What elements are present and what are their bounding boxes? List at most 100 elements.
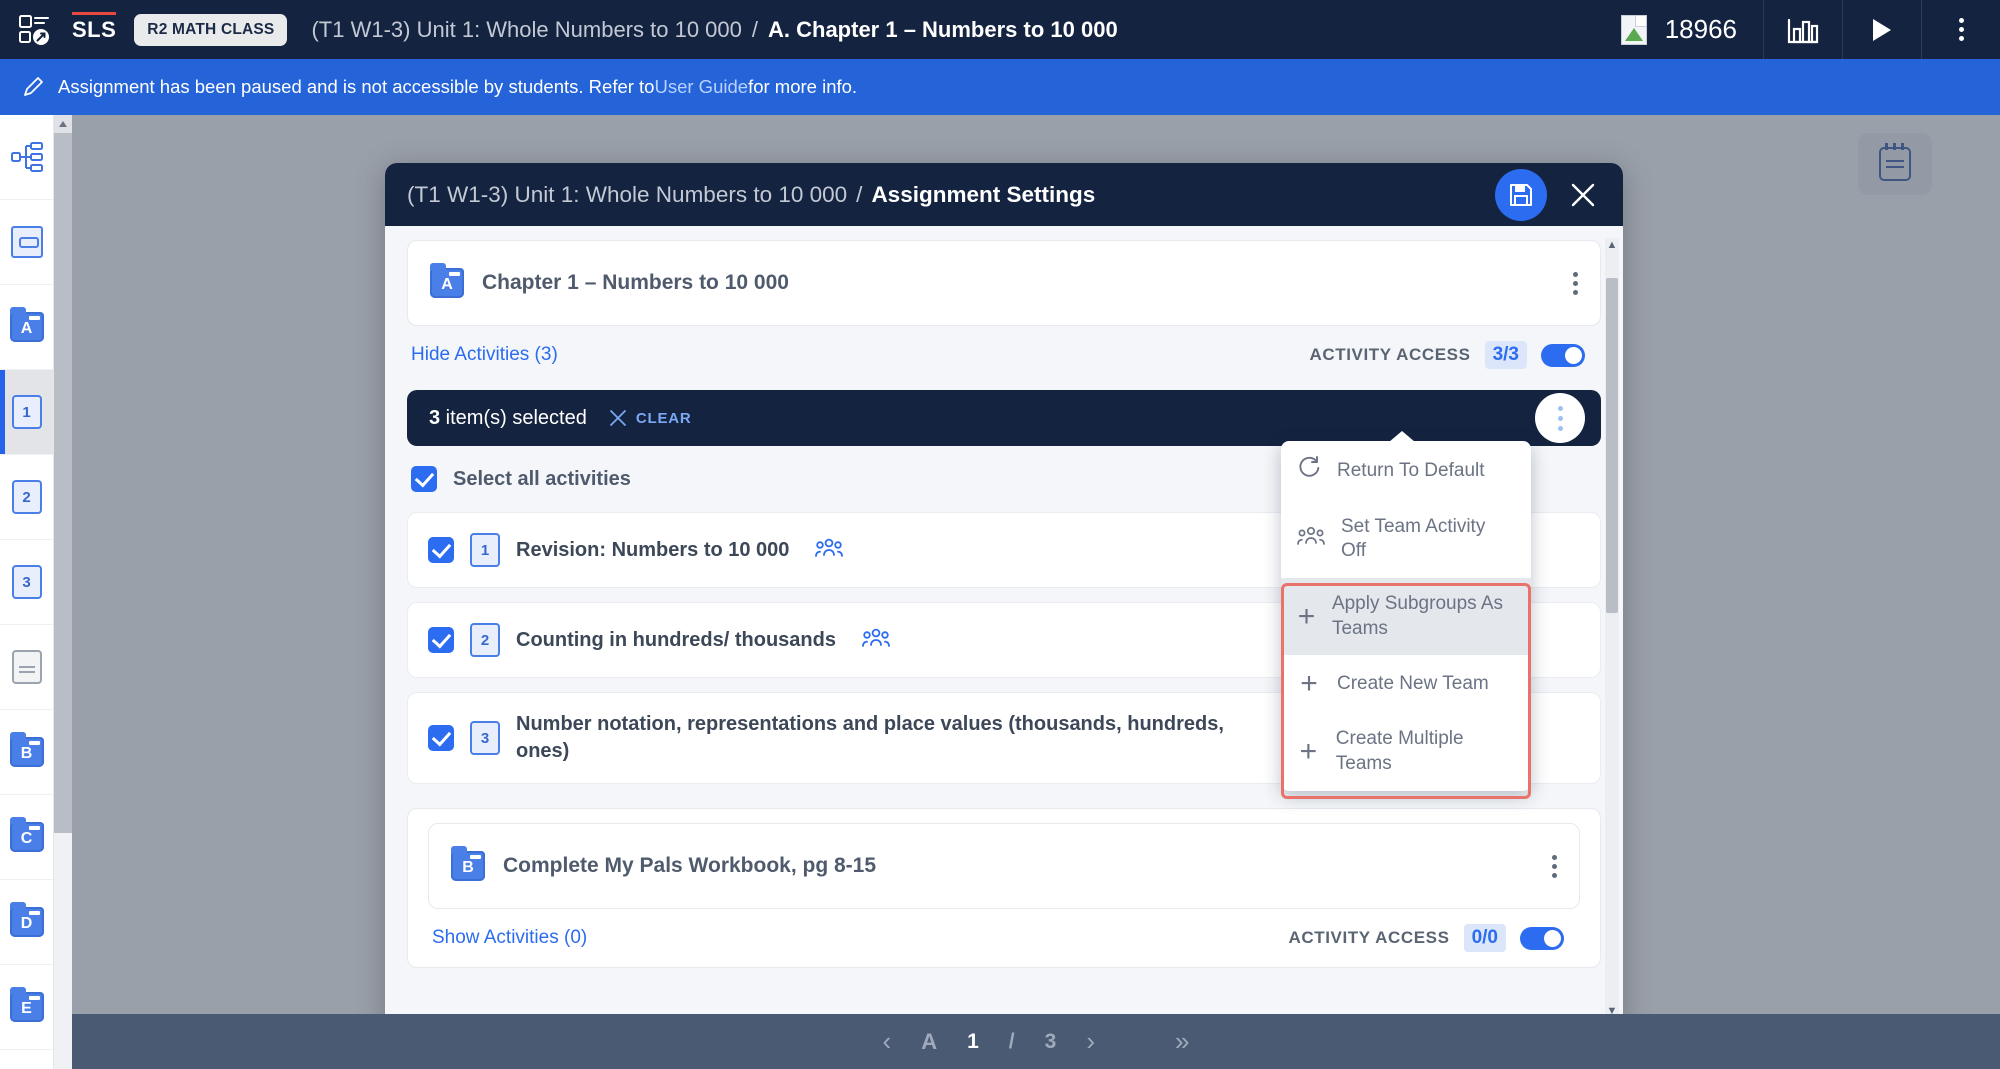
select-all-label: Select all activities (453, 467, 631, 490)
selected-count-suffix: item(s) selected (440, 406, 587, 429)
sidebar-item-book[interactable] (0, 200, 53, 285)
doc-2-icon: 2 (11, 480, 42, 514)
sidebar-item-folder-e[interactable]: E (0, 965, 53, 1050)
breadcrumb: (T1 W1-3) Unit 1: Whole Numbers to 10 00… (311, 17, 1117, 43)
sidebar-item-folder-d[interactable]: D (0, 880, 53, 965)
bar-chart-icon[interactable] (1764, 0, 1842, 59)
chapter-kebab-menu-icon[interactable] (1573, 271, 1578, 295)
menu-item-label: Set Team Activity Off (1341, 515, 1486, 562)
left-rail: A 1 2 3 B C D E (0, 115, 54, 1069)
menu-item-label: Create New Team (1337, 673, 1489, 695)
select-all-checkbox[interactable] (411, 466, 437, 492)
user-guide-link[interactable]: User Guide (654, 76, 748, 98)
menu-item-return-to-default[interactable]: Return To Default (1281, 441, 1531, 501)
chapter-row[interactable]: A Chapter 1 – Numbers to 10 000 (407, 240, 1601, 326)
dialog-scrollbar-thumb[interactable] (1606, 278, 1618, 613)
dialog-actions (1495, 168, 1603, 221)
sidebar-item-sitemap[interactable] (0, 115, 53, 200)
section-b-row[interactable]: B Complete My Pals Workbook, pg 8-15 (428, 823, 1580, 909)
rail-scrollbar-thumb[interactable] (54, 133, 72, 833)
points-count: 18966 (1664, 14, 1737, 44)
folder-a-icon: A (430, 263, 464, 298)
sidebar-item-doc-1[interactable]: 1 (0, 370, 53, 455)
menu-item-label: Create Multiple Teams (1335, 728, 1464, 775)
chapter-title: Chapter 1 – Numbers to 10 000 (482, 271, 789, 294)
activity-checkbox[interactable] (428, 537, 454, 563)
team-group-icon (1297, 526, 1325, 554)
doc-1-icon: 1 (470, 533, 500, 567)
notice-text-after: for more info. (748, 76, 858, 97)
sidebar-item-doc-text[interactable] (0, 625, 53, 710)
team-group-icon (815, 538, 844, 563)
clear-label: CLEAR (635, 409, 692, 427)
activity-title: Counting in hundreds/ thousands (516, 628, 836, 651)
show-activities-link[interactable]: Show Activities (0) (432, 927, 587, 949)
activity-access-toggle[interactable] (1520, 926, 1564, 950)
activity-checkbox[interactable] (428, 725, 454, 751)
activity-title: Number notation, representations and pla… (516, 713, 1224, 762)
selected-count-text: 3 item(s) selected (429, 407, 587, 430)
top-navigation-bar: SLS R2 MATH CLASS (T1 W1-3) Unit 1: Whol… (0, 0, 2000, 59)
sidebar-item-folder-a[interactable]: A (0, 285, 53, 370)
hide-activities-link[interactable]: Hide Activities (3) (411, 344, 558, 366)
rail-scrollbar[interactable] (54, 115, 72, 1069)
scroll-up-arrow[interactable]: ▲ (1605, 238, 1619, 252)
breadcrumb-parent[interactable]: (T1 W1-3) Unit 1: Whole Numbers to 10 00… (311, 17, 741, 43)
folder-b-icon: B (451, 846, 485, 881)
chevron-right-icon[interactable]: › (1086, 1026, 1095, 1057)
paused-notice-banner: Assignment has been paused and is not ac… (0, 59, 2000, 115)
breadcrumb-current: A. Chapter 1 – Numbers to 10 000 (768, 16, 1118, 42)
app-launcher-icon[interactable] (0, 13, 68, 47)
refresh-icon (1297, 455, 1321, 487)
sidebar-item-folder-c[interactable]: C (0, 795, 53, 880)
activity-access-count: 3/3 (1484, 341, 1527, 369)
dialog-scrollbar[interactable]: ▲ ▼ (1605, 238, 1619, 1018)
folder-d-icon: D (9, 902, 44, 937)
selected-count: 3 (429, 406, 441, 429)
activity-access-count: 0/0 (1463, 924, 1506, 952)
sidebar-item-folder-b[interactable]: B (0, 710, 53, 795)
menu-item-label: Apply Subgroups As Teams (1331, 593, 1504, 639)
dialog-header: (T1 W1-3) Unit 1: Whole Numbers to 10 00… (385, 163, 1623, 226)
folder-e-icon: E (9, 987, 44, 1022)
clear-selection-button[interactable]: CLEAR (609, 409, 692, 427)
broken-image-icon (1620, 14, 1647, 45)
section-b-kebab-menu-icon[interactable] (1552, 854, 1557, 878)
dialog-title-parent: (T1 W1-3) Unit 1: Whole Numbers to 10 00… (407, 181, 848, 207)
doc-text-icon (11, 650, 42, 684)
menu-item-apply-subgroups-as-teams[interactable]: + Apply Subgroups As Teams (1281, 578, 1531, 656)
pencil-icon (22, 76, 44, 98)
menu-item-create-new-team[interactable]: + Create New Team (1281, 655, 1531, 713)
chevron-left-icon[interactable]: ‹ (883, 1026, 892, 1057)
class-chip[interactable]: R2 MATH CLASS (134, 13, 288, 46)
menu-item-create-multiple-teams[interactable]: + Create Multiple Teams (1281, 713, 1531, 790)
kebab-menu-icon[interactable] (1922, 0, 2000, 59)
section-b-card: B Complete My Pals Workbook, pg 8-15 Sho… (407, 808, 1601, 968)
doc-1-icon: 1 (11, 395, 42, 429)
section-b-title: Complete My Pals Workbook, pg 8-15 (503, 854, 877, 877)
pagination-bar: ‹ A 1 / 3 › » (72, 1014, 2000, 1069)
sidebar-item-doc-3[interactable]: 3 (0, 540, 53, 625)
doc-2-icon: 2 (470, 623, 500, 657)
menu-item-set-team-activity-off[interactable]: Set Team Activity Off (1281, 501, 1531, 578)
book-icon (10, 226, 43, 258)
plus-icon: + (1299, 735, 1318, 769)
activity-access-toggle[interactable] (1541, 343, 1585, 367)
folder-b-icon: B (9, 732, 44, 767)
section-b-access-control: ACTIVITY ACCESS 0/0 (1288, 924, 1564, 952)
bulk-actions-kebab-menu-icon[interactable] (1535, 393, 1585, 443)
doc-3-icon: 3 (470, 721, 500, 755)
chevron-double-right-icon[interactable]: » (1175, 1026, 1189, 1057)
sidebar-item-doc-2[interactable]: 2 (0, 455, 53, 540)
close-button[interactable] (1563, 175, 1603, 215)
save-button[interactable] (1495, 168, 1547, 221)
pager-separator: / (1008, 1029, 1015, 1053)
activity-checkbox[interactable] (428, 627, 454, 653)
play-icon[interactable] (1843, 0, 1921, 59)
folder-c-icon: C (9, 817, 44, 852)
topbar-actions: 18966 (1620, 0, 2000, 59)
scroll-up-arrow[interactable] (54, 115, 72, 133)
dialog-title-separator: / (856, 181, 863, 207)
activity-access-control: ACTIVITY ACCESS 3/3 (1309, 341, 1585, 369)
app-root: SLS R2 MATH CLASS (T1 W1-3) Unit 1: Whol… (0, 0, 2000, 1069)
